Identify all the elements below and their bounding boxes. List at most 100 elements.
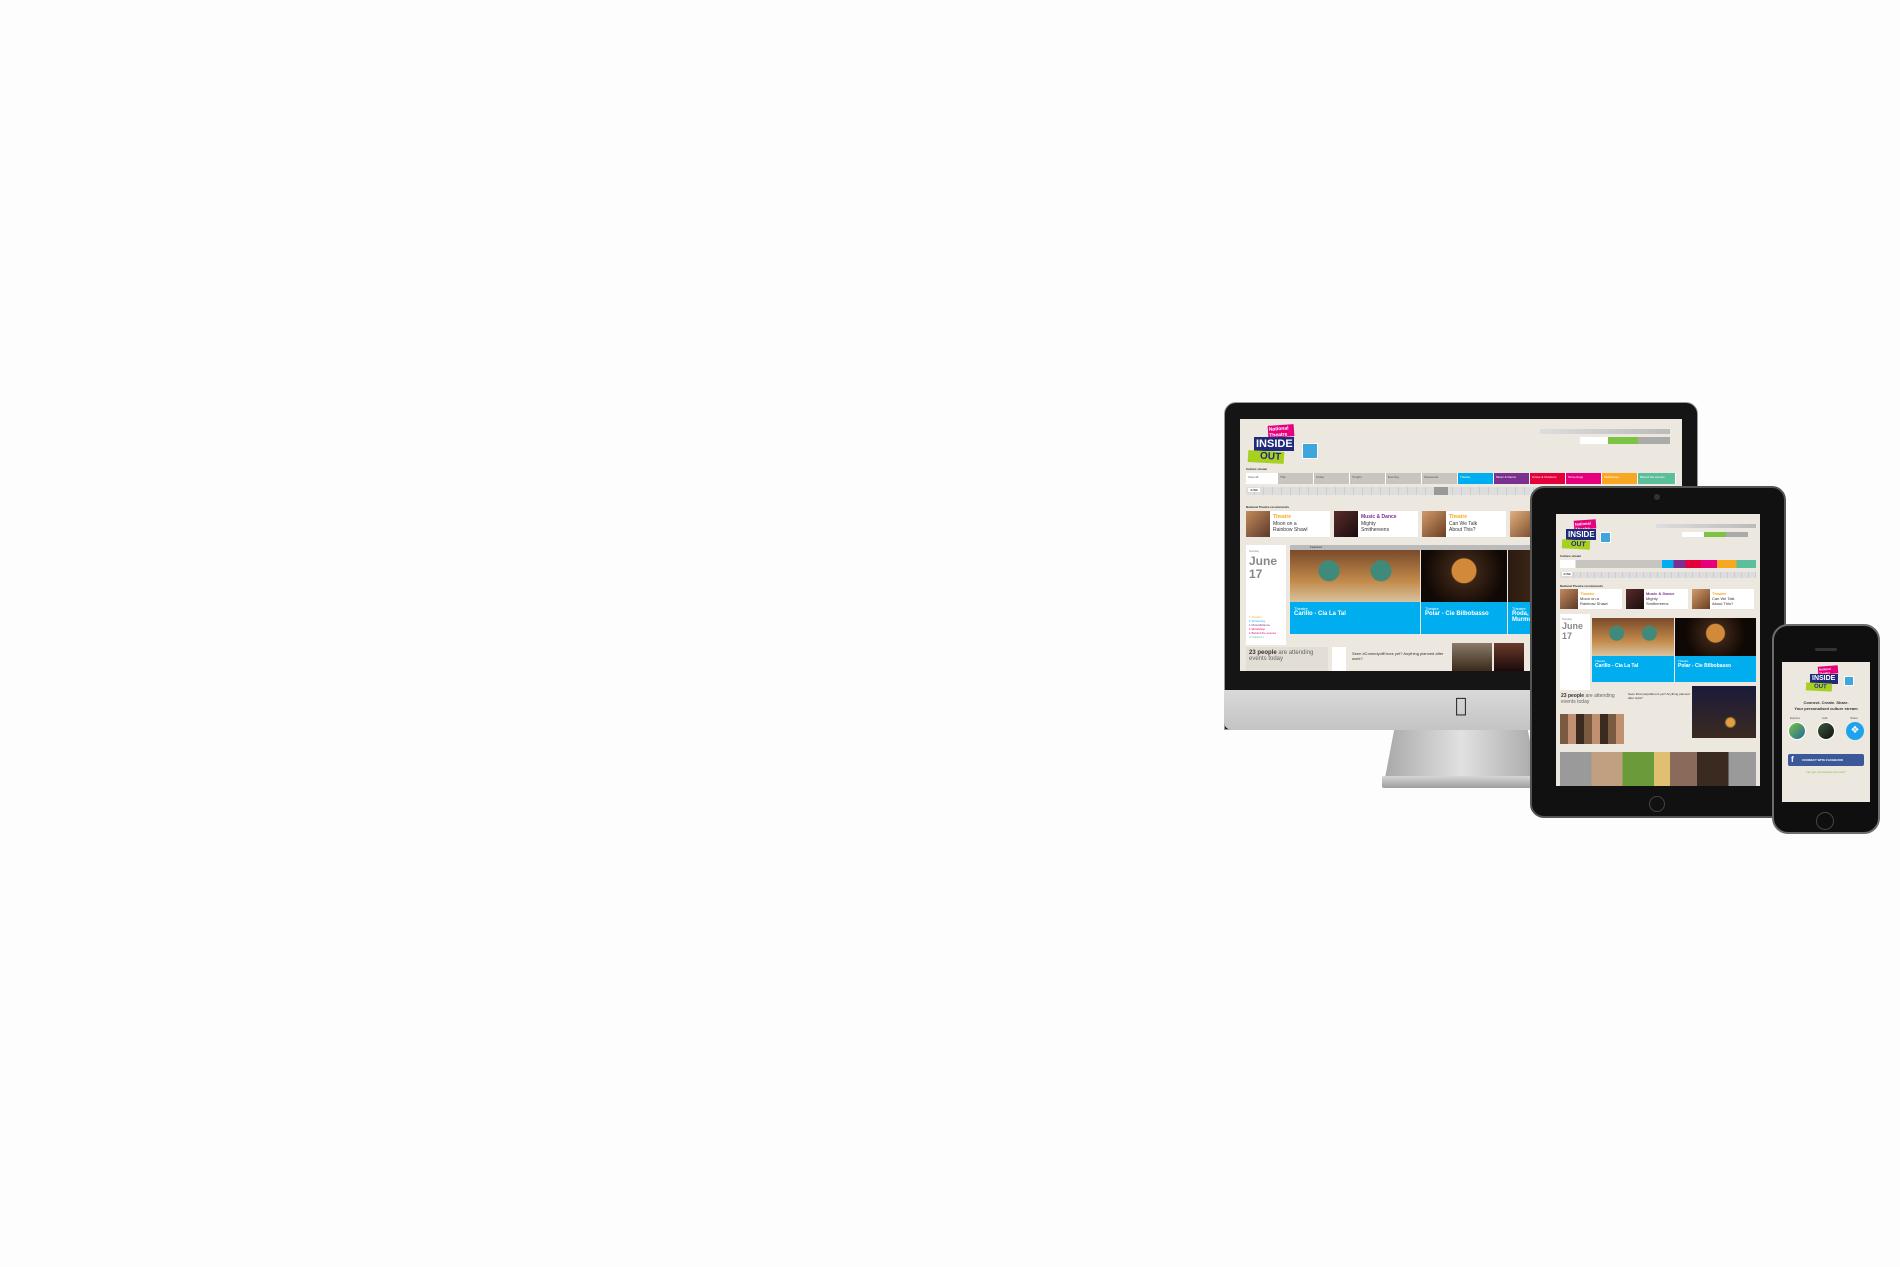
- date-month: June: [1249, 554, 1278, 568]
- rec-card-1[interactable]: Theatre Moon on a Rainbow Shawl: [1560, 589, 1622, 609]
- attendee-photo[interactable]: [1560, 714, 1624, 744]
- top-links[interactable]: [1540, 429, 1670, 434]
- category-tabs[interactable]: [1560, 560, 1756, 568]
- category-tabs[interactable]: View all This Today Tonight Evening Week…: [1246, 473, 1682, 484]
- culture-stream-label: Culture stream: [1246, 467, 1268, 471]
- twitter-icon[interactable]: ❖: [1846, 722, 1864, 740]
- tab-music-dance[interactable]: Music & Dance: [1494, 473, 1530, 484]
- rec-title: Can We Talk About This?: [1449, 521, 1478, 533]
- site-logo[interactable]: National Theatre INSIDE OUT: [1804, 665, 1840, 692]
- date-day: 17: [1562, 631, 1573, 641]
- rec-card-3[interactable]: Theatre Can We Talk About This?: [1422, 511, 1506, 537]
- iphone-speaker: [1815, 648, 1837, 651]
- day-selector[interactable]: [1560, 572, 1756, 578]
- rec-title: Moon on a Rainbow Shawl: [1273, 521, 1308, 533]
- facebook-connect-button[interactable]: f CONNECT WITH FACEBOOK: [1788, 754, 1864, 766]
- amex-logo-icon: [1844, 676, 1854, 686]
- my-stream-button[interactable]: [1704, 532, 1726, 537]
- tab-theatre[interactable]: Theatre: [1458, 473, 1494, 484]
- site-logo[interactable]: National Theatre INSIDE OUT: [1246, 424, 1298, 465]
- attending-panel: 23 people are attending events today: [1246, 647, 1328, 671]
- top-links[interactable]: [1656, 524, 1756, 528]
- share-label: Share: [1850, 716, 1859, 720]
- month-label: JUNE: [1562, 572, 1573, 576]
- tagline-1: Connect. Create. Share.: [1803, 700, 1849, 705]
- rec-title: Mighty Smithereens: [1361, 521, 1390, 533]
- tweet-text: Seen #ComedyofErrors yet? Anything plann…: [1628, 692, 1690, 700]
- ipad-home-button[interactable]: [1649, 796, 1665, 812]
- event-title: Polar - Cie Bilbobasso: [1425, 611, 1489, 617]
- rec-title: Can We Talk About This?: [1712, 596, 1735, 606]
- rec-title: Moon on a Rainbow Shawl: [1580, 596, 1608, 606]
- event-title: Carillo - Cia La Tal: [1294, 611, 1346, 617]
- date-panel: Sunday June 17 1 Theatre 1 Screening 1 M…: [1246, 545, 1286, 645]
- rec-card-2[interactable]: Music & Dance Mighty Smithereens: [1334, 511, 1418, 537]
- add-label: Add: [1822, 716, 1828, 720]
- event-caption-1[interactable]: Theatre Carillo - Cia La Tal: [1290, 602, 1420, 634]
- iphone-screen: National Theatre INSIDE OUT Connect. Cre…: [1782, 662, 1870, 802]
- tab-this[interactable]: This: [1278, 473, 1314, 484]
- tab-workshops[interactable]: Workshops: [1602, 473, 1638, 484]
- tab-weekends[interactable]: Weekends: [1422, 473, 1458, 484]
- ipad-screen: National Theatre INSIDE OUT Culture stre…: [1556, 514, 1760, 786]
- logo-line1: National Theatre: [1267, 424, 1295, 439]
- recommends-label: National Theatre recommends: [1560, 584, 1604, 588]
- add-icon[interactable]: [1817, 722, 1835, 740]
- rec-card-1[interactable]: Theatre Moon on a Rainbow Shawl: [1246, 511, 1330, 537]
- imac-stand: [1385, 730, 1537, 778]
- tagline-2: Your personalised culture stream: [1794, 706, 1858, 711]
- attendee-photo[interactable]: [1452, 643, 1492, 671]
- rec-card-2[interactable]: Music & Dance Mighty Smithereens: [1626, 589, 1688, 609]
- logo-line3: OUT: [1805, 682, 1833, 692]
- rec-photo: [1246, 511, 1270, 537]
- event-photo-1[interactable]: [1290, 550, 1420, 602]
- explore-icon[interactable]: [1788, 722, 1806, 740]
- my-stream-button[interactable]: [1608, 437, 1638, 444]
- attendee-photo[interactable]: [1494, 643, 1524, 671]
- weekday: Sunday: [1249, 549, 1260, 553]
- no-facebook-link[interactable]: Not got a Facebook account?: [1782, 770, 1870, 774]
- tab-screenings[interactable]: Screenings: [1566, 473, 1602, 484]
- find-us-button[interactable]: [1638, 437, 1670, 444]
- amex-logo-icon: [1302, 443, 1318, 459]
- event-caption-2[interactable]: Theatre Polar - Cie Bilbobasso: [1421, 602, 1507, 634]
- site-logo[interactable]: National Theatre INSIDE OUT: [1560, 519, 1600, 550]
- tweet-text: Seen #ComedyofErrors yet? Anything plann…: [1352, 651, 1444, 661]
- tab-today[interactable]: Today: [1314, 473, 1350, 484]
- photo-strip[interactable]: [1560, 752, 1756, 786]
- tab-evening[interactable]: Evening: [1386, 473, 1422, 484]
- iphone-home-button[interactable]: [1816, 812, 1834, 830]
- culture-stream-button[interactable]: [1682, 532, 1704, 537]
- rec-category: Music & Dance: [1361, 514, 1397, 520]
- month-label: JUNE: [1248, 488, 1261, 492]
- event-caption-1[interactable]: Theatre Carillo - Cia La Tal: [1592, 656, 1674, 682]
- attendee-photo[interactable]: [1692, 686, 1756, 738]
- rec-title: Mighty Smithereens: [1646, 596, 1669, 606]
- date-month: June: [1562, 621, 1584, 631]
- tab-tonight[interactable]: Tonight: [1350, 473, 1386, 484]
- rec-category: Theatre: [1273, 514, 1292, 520]
- imac-foot: [1382, 776, 1540, 788]
- rec-card-3[interactable]: Theatre Can We Talk About This?: [1692, 589, 1754, 609]
- explore-label: Explore: [1790, 716, 1801, 720]
- legend-item[interactable]: 2 Outdoors: [1249, 635, 1264, 639]
- culture-stream-label: Culture stream: [1560, 554, 1582, 558]
- event-photo-2[interactable]: [1421, 550, 1507, 602]
- find-us-button[interactable]: [1726, 532, 1748, 537]
- tab-view-all[interactable]: View all: [1246, 473, 1278, 484]
- rec-photo: [1560, 589, 1578, 609]
- recommends-label: National Theatre recommends: [1246, 505, 1290, 509]
- event-title: Carillo - Cia La Tal: [1595, 663, 1639, 669]
- rec-photo: [1626, 589, 1644, 609]
- culture-stream-button[interactable]: [1580, 437, 1608, 444]
- event-photo-2[interactable]: [1675, 618, 1756, 656]
- selected-day[interactable]: [1434, 487, 1448, 495]
- event-caption-2[interactable]: Theatre Polar - Cie Bilbobasso: [1675, 656, 1756, 682]
- rec-category: Theatre: [1449, 514, 1468, 520]
- tab-circus[interactable]: Circus & Outdoors: [1530, 473, 1566, 484]
- facebook-icon: f: [1791, 755, 1794, 764]
- apple-logo-icon: : [1452, 694, 1470, 716]
- event-title: Polar - Cie Bilbobasso: [1678, 663, 1732, 669]
- event-photo-1[interactable]: [1592, 618, 1674, 656]
- tab-behind-scenes[interactable]: Behind the scenes: [1638, 473, 1676, 484]
